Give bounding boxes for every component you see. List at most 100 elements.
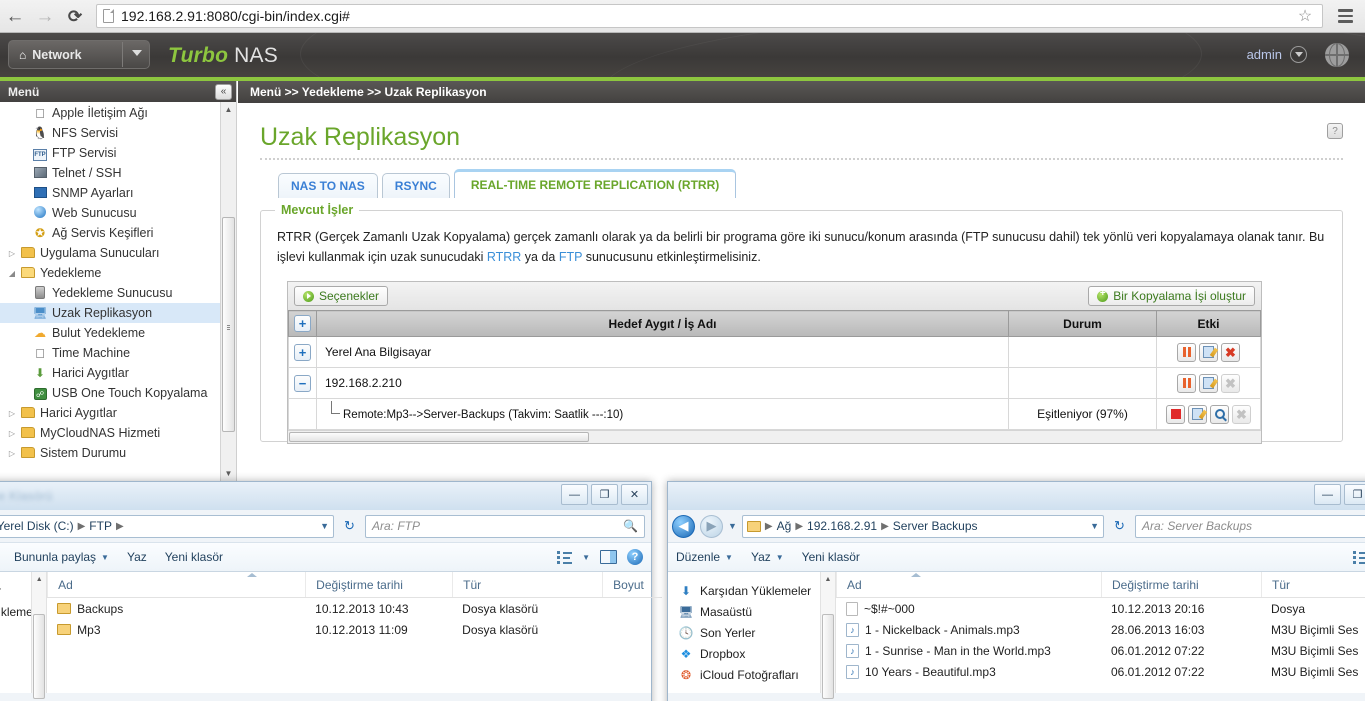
- chevron-down-icon[interactable]: [1290, 46, 1307, 63]
- chevron-down-icon[interactable]: [132, 50, 142, 56]
- scroll-up-icon[interactable]: ▲: [821, 572, 835, 586]
- scroll-thumb[interactable]: [222, 217, 235, 432]
- collapse-icon[interactable]: «: [215, 83, 232, 100]
- browser-menu-icon[interactable]: [1331, 9, 1359, 23]
- ftp-link[interactable]: FTP: [559, 250, 582, 264]
- toolbar-yeni-klas-r[interactable]: Yeni klasör: [802, 550, 860, 564]
- options-button[interactable]: Seçenekler: [294, 286, 389, 306]
- maximize-button[interactable]: ❐: [591, 484, 618, 505]
- scroll-up-icon[interactable]: ▲: [221, 102, 236, 117]
- sidebar-item-bulut-yedekleme[interactable]: ☁ Bulut Yedekleme: [0, 323, 236, 343]
- table-horizontal-scrollbar[interactable]: [288, 430, 1261, 443]
- expand-all-icon[interactable]: +: [294, 315, 311, 332]
- nav-item-dropbox[interactable]: ❖ Dropbox: [668, 643, 835, 664]
- expander-icon[interactable]: ▷: [6, 449, 18, 458]
- forward-icon[interactable]: ▶: [700, 514, 723, 538]
- minimize-button[interactable]: —: [1314, 484, 1341, 505]
- nav-item-masa-st[interactable]: 🖥 Masaüstü: [668, 601, 835, 622]
- rtrr-link[interactable]: RTRR: [487, 250, 522, 264]
- pause-button[interactable]: [1177, 373, 1196, 393]
- toolbar-yeni-klas-r[interactable]: Yeni klasör: [165, 550, 223, 564]
- sidebar-item-web-sunucusu[interactable]: Web Sunucusu: [0, 203, 236, 223]
- crumb-0[interactable]: Ağ: [777, 519, 792, 533]
- nav-item-kar-dan-y-klemeler[interactable]: ⬇ Karşıdan Yüklemeler: [668, 580, 835, 601]
- expander-icon[interactable]: ◢: [6, 269, 18, 278]
- sidebar-item-a-servis-ke-ifleri[interactable]: ✪ Ağ Servis Keşifleri: [0, 223, 236, 243]
- edit-button[interactable]: [1188, 404, 1207, 424]
- nav-item-son-yerler[interactable]: 🕓 Son Yerler: [668, 622, 835, 643]
- chevron-down-icon[interactable]: ▼: [582, 553, 590, 562]
- chevron-down-icon[interactable]: ▼: [320, 521, 329, 531]
- chevron-down-icon[interactable]: ▼: [1090, 521, 1099, 531]
- network-button[interactable]: ⌂ Network: [8, 40, 150, 69]
- expander-icon[interactable]: ▷: [6, 249, 18, 258]
- title-bar[interactable]: — ❐ ✕: [668, 482, 1365, 510]
- sidebar-scrollbar[interactable]: ▲ ▼: [220, 102, 236, 481]
- sidebar-item-usb-one-touch-kopyalama[interactable]: ☍ USB One Touch Kopyalama: [0, 383, 236, 403]
- table-row[interactable]: Remote:Mp3-->Server-Backups (Takvim: Saa…: [288, 398, 1261, 430]
- column-header-boyut[interactable]: Boyut: [602, 572, 662, 597]
- minimize-button[interactable]: —: [561, 484, 588, 505]
- delete-button[interactable]: ✖: [1221, 342, 1240, 362]
- breadcrumb-bar[interactable]: ▶ Ağ ▶ 192.168.2.91 ▶ Server Backups ▼: [741, 514, 1104, 538]
- refresh-icon[interactable]: ↻: [339, 516, 360, 537]
- toolbar-yaz[interactable]: Yaz: [127, 550, 147, 564]
- scroll-thumb[interactable]: [33, 614, 46, 699]
- sidebar-item-yedekleme[interactable]: ◢ Yedekleme: [0, 263, 236, 283]
- inspect-button[interactable]: [1210, 404, 1229, 424]
- admin-menu[interactable]: admin: [1247, 46, 1307, 63]
- sidebar-item-time-machine[interactable]: Time Machine: [0, 343, 236, 363]
- file-row[interactable]: ♪ 10 Years - Beautiful.mp3 06.01.2012 07:2…: [836, 661, 1365, 682]
- sidebar-item-nfs-servisi[interactable]: 🐧 NFS Servisi: [0, 123, 236, 143]
- explorer-window-left[interactable]: Yedekleme Klasörü — ❐ ✕ ◀ ▶ « Yerel Disk…: [0, 481, 663, 701]
- chevron-down-icon[interactable]: ▼: [725, 553, 733, 562]
- breadcrumb-bar[interactable]: « Yerel Disk (C:) ▶ FTP ▶ ▼: [0, 514, 334, 538]
- edit-button[interactable]: [1199, 373, 1218, 393]
- column-header-t-r[interactable]: Tür: [452, 572, 602, 597]
- close-button[interactable]: ✕: [621, 484, 648, 505]
- history-chevron-icon[interactable]: ▼: [728, 521, 737, 531]
- file-row[interactable]: Backups 10.12.2013 10:43 Dosya klasörü: [47, 598, 662, 619]
- toolbar-yaz[interactable]: Yaz ▼: [751, 550, 784, 564]
- file-row[interactable]: ♪ 1 - Nickelback - Animals.mp3 28.06.2013 …: [836, 619, 1365, 640]
- title-bar[interactable]: Yedekleme Klasörü — ❐ ✕: [0, 482, 651, 510]
- reload-icon[interactable]: ⟳: [60, 1, 90, 31]
- file-row[interactable]: Mp3 10.12.2013 11:09 Dosya klasörü: [47, 619, 662, 640]
- view-mode-icon[interactable]: [1353, 550, 1365, 564]
- toolbar-bununla-payla[interactable]: Bununla paylaş ▼: [14, 550, 109, 564]
- scroll-thumb[interactable]: [289, 432, 589, 442]
- chevron-down-icon[interactable]: ▼: [776, 553, 784, 562]
- sidebar-item-uzak-replikasyon[interactable]: 🖥 Uzak Replikasyon: [0, 303, 236, 323]
- edit-button[interactable]: [1199, 342, 1218, 362]
- sidebar-item-mycloudnas-hizmeti[interactable]: ▷ MyCloudNAS Hizmeti: [0, 423, 236, 443]
- toolbar-d-zenle[interactable]: Düzenle ▼: [676, 550, 733, 564]
- crumb-1[interactable]: 192.168.2.91: [807, 519, 877, 533]
- refresh-icon[interactable]: ↻: [1109, 516, 1130, 537]
- expander-icon[interactable]: ▷: [6, 429, 18, 438]
- forward-icon[interactable]: →: [30, 1, 60, 31]
- back-icon[interactable]: ◀: [672, 514, 695, 538]
- address-bar[interactable]: 192.168.2.91:8080/cgi-bin/index.cgi# ☆: [96, 4, 1323, 28]
- scroll-thumb[interactable]: [822, 614, 834, 699]
- sidebar-item-apple-i-leti-im-a[interactable]: Apple İletişim Ağı: [0, 103, 236, 123]
- sidebar-item-snmp-ayarlar[interactable]: SNMP Ayarları: [0, 183, 236, 203]
- scroll-down-icon[interactable]: ▼: [221, 466, 236, 481]
- scroll-up-icon[interactable]: ▲: [32, 572, 46, 586]
- sidebar-item-harici-ayg-tlar[interactable]: ▷ Harici Aygıtlar: [0, 403, 236, 423]
- maximize-button[interactable]: ❐: [1344, 484, 1365, 505]
- sidebar-item-telnet-ssh[interactable]: Telnet / SSH: [0, 163, 236, 183]
- column-header-de-i-tirme-tarihi[interactable]: Değiştirme tarihi: [305, 572, 452, 597]
- search-input[interactable]: Ara: Server Backups: [1135, 514, 1365, 538]
- crumb-1[interactable]: Yerel Disk (C:): [0, 519, 74, 533]
- view-mode-icon[interactable]: [557, 550, 573, 564]
- tab-nas-to-nas[interactable]: NAS TO NAS: [278, 173, 378, 198]
- navpane-scrollbar[interactable]: ▲: [31, 572, 47, 699]
- search-icon[interactable]: 🔍: [623, 519, 638, 533]
- expander-icon[interactable]: ▷: [6, 409, 18, 418]
- back-icon[interactable]: ←: [0, 1, 30, 31]
- column-header-ad[interactable]: Ad: [836, 572, 1101, 597]
- help-icon[interactable]: ?: [627, 549, 643, 565]
- file-row[interactable]: ~$!#~000 10.12.2013 20:16 Dosya: [836, 598, 1365, 619]
- column-header-t-r[interactable]: Tür: [1261, 572, 1365, 597]
- navpane-scrollbar[interactable]: ▲: [820, 572, 835, 699]
